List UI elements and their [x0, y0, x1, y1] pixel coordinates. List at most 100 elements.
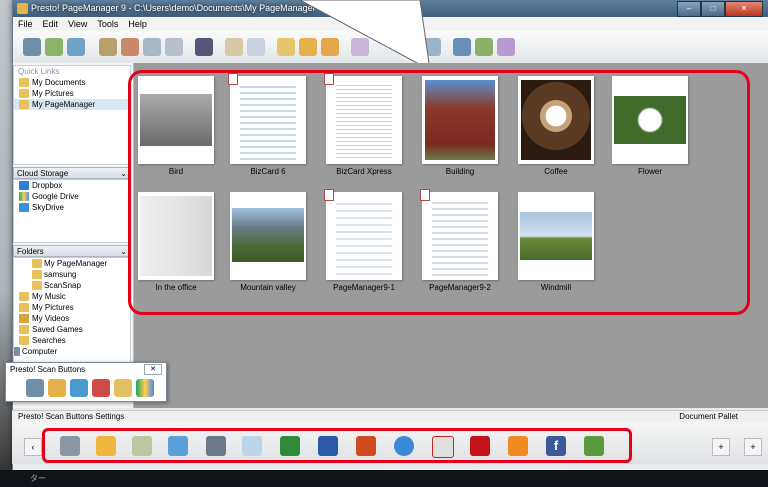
google-drive-scan-icon[interactable]: [136, 379, 154, 397]
evernote-icon[interactable]: [584, 436, 604, 456]
folder-searches[interactable]: Searches: [14, 335, 130, 346]
cloud-google-drive[interactable]: Google Drive: [14, 191, 130, 202]
folder-scan-icon[interactable]: [48, 379, 66, 397]
folder-my-pagemanager[interactable]: My PageManager: [14, 258, 130, 269]
document-viewer-icon[interactable]: [242, 436, 262, 456]
share-icon[interactable]: [475, 38, 493, 56]
pictures-icon: [19, 89, 29, 98]
acrobat-icon[interactable]: [470, 436, 490, 456]
music-folder-icon: [19, 292, 29, 301]
pdf-page-preview: [432, 198, 488, 276]
document-thumbnail[interactable]: Building: [422, 76, 498, 176]
folder-scansnap[interactable]: ScanSnap: [14, 280, 130, 291]
taskbar-text: ター: [30, 474, 46, 483]
close-button[interactable]: ✕: [725, 1, 763, 17]
rotate-left-icon[interactable]: [143, 38, 161, 56]
flower-photo: [614, 96, 686, 144]
scan-icon[interactable]: [23, 38, 41, 56]
pallet-add-button[interactable]: +: [712, 438, 730, 456]
document-thumbnail[interactable]: Bird: [138, 76, 214, 176]
computer-icon: [14, 347, 20, 356]
folder-my-videos[interactable]: My Videos: [14, 313, 130, 324]
document-thumbnail[interactable]: BizCard 6: [228, 73, 306, 176]
menu-edit[interactable]: Edit: [38, 17, 64, 31]
pdf-page-preview: [336, 198, 392, 276]
folder-icon: [32, 259, 42, 268]
document-thumbnail[interactable]: Windmill: [518, 192, 594, 292]
scan-send-icon[interactable]: [168, 436, 188, 456]
printer-icon[interactable]: [206, 436, 226, 456]
rotate-right-icon[interactable]: [165, 38, 183, 56]
word-icon[interactable]: [318, 436, 338, 456]
cloud-storage-header[interactable]: Cloud Storage ⌄: [13, 167, 131, 179]
document-thumbnail[interactable]: Coffee: [518, 76, 594, 176]
scanner-icon[interactable]: [60, 436, 80, 456]
document-name: Bird: [168, 167, 184, 176]
videos-folder-icon: [19, 314, 29, 323]
unstack-icon[interactable]: [121, 38, 139, 56]
folder-samsung[interactable]: samsung: [14, 269, 130, 280]
find-icon[interactable]: [195, 38, 213, 56]
cloud-storage-panel: Dropbox Google Drive SkyDrive: [13, 179, 131, 243]
document-name: BizCard 6: [250, 167, 286, 176]
acquire-icon[interactable]: [45, 38, 63, 56]
pallet-add-button[interactable]: +: [744, 438, 762, 456]
document-thumbnail[interactable]: PageManager9-2: [420, 189, 498, 292]
document-thumbnail[interactable]: In the office: [138, 192, 214, 292]
folder-my-music[interactable]: My Music: [14, 291, 130, 302]
document-name: PageManager9-1: [333, 283, 395, 292]
document-thumbnail[interactable]: Mountain valley: [230, 192, 306, 292]
internet-explorer-icon[interactable]: [394, 436, 414, 456]
document-name: Flower: [637, 167, 662, 176]
games-folder-icon: [19, 325, 29, 334]
pallet-scroll-left[interactable]: ‹: [24, 438, 42, 456]
paint-icon[interactable]: [132, 436, 152, 456]
cloud-skydrive[interactable]: SkyDrive: [14, 202, 130, 213]
pdf-icon: [324, 73, 334, 85]
import-icon[interactable]: [67, 38, 85, 56]
mail-icon[interactable]: [96, 436, 116, 456]
menu-tools[interactable]: Tools: [92, 17, 123, 31]
folder-my-pictures[interactable]: My Pictures: [14, 302, 130, 313]
quick-link-my-documents[interactable]: My Documents: [14, 77, 130, 88]
pdf-page-preview: [336, 82, 392, 160]
scanner-icon[interactable]: [26, 379, 44, 397]
pdf-scan-icon[interactable]: [92, 379, 110, 397]
ocr-icon[interactable]: [70, 379, 88, 397]
bird-photo: [140, 94, 212, 146]
close-icon[interactable]: ✕: [144, 364, 162, 375]
menu-help[interactable]: Help: [123, 17, 152, 31]
acrobat-reader-icon[interactable]: [432, 436, 454, 458]
folders-header[interactable]: Folders ⌄: [13, 245, 131, 257]
quick-link-my-pictures[interactable]: My Pictures: [14, 88, 130, 99]
menu-view[interactable]: View: [63, 17, 92, 31]
photo-app-icon[interactable]: [508, 436, 528, 456]
building-photo: [425, 80, 495, 160]
scan-buttons-title: Presto! Scan Buttons: [10, 365, 86, 374]
stack-icon[interactable]: [99, 38, 117, 56]
document-thumbnail[interactable]: PageManager9-1: [324, 189, 402, 292]
facebook-icon[interactable]: f: [546, 436, 566, 456]
excel-icon[interactable]: [280, 436, 300, 456]
back-icon[interactable]: [225, 38, 243, 56]
document-thumbnail[interactable]: Flower: [612, 76, 688, 176]
callout-pointer: [300, 0, 431, 70]
quick-link-my-pagemanager[interactable]: My PageManager: [14, 99, 130, 110]
dropbox-icon: [19, 181, 29, 190]
powerpoint-icon[interactable]: [356, 436, 376, 456]
quick-links-panel: Quick Links My Documents My Pictures My …: [13, 65, 131, 165]
skydrive-icon: [19, 203, 29, 212]
forward-icon[interactable]: [247, 38, 265, 56]
cloud-dropbox[interactable]: Dropbox: [14, 180, 130, 191]
photo-scan-icon[interactable]: [114, 379, 132, 397]
help-tool-icon[interactable]: [497, 38, 515, 56]
folder-computer[interactable]: Computer: [14, 346, 130, 357]
menu-file[interactable]: File: [13, 17, 38, 31]
folder-saved-games[interactable]: Saved Games: [14, 324, 130, 335]
taskbar: ター: [0, 470, 768, 487]
view-thumbnails-icon[interactable]: [277, 38, 295, 56]
minimize-button[interactable]: –: [677, 1, 701, 17]
document-thumbnail[interactable]: BizCard Xpress: [324, 73, 402, 176]
left-panel: Quick Links My Documents My Pictures My …: [13, 63, 134, 408]
maximize-button[interactable]: □: [701, 1, 725, 17]
